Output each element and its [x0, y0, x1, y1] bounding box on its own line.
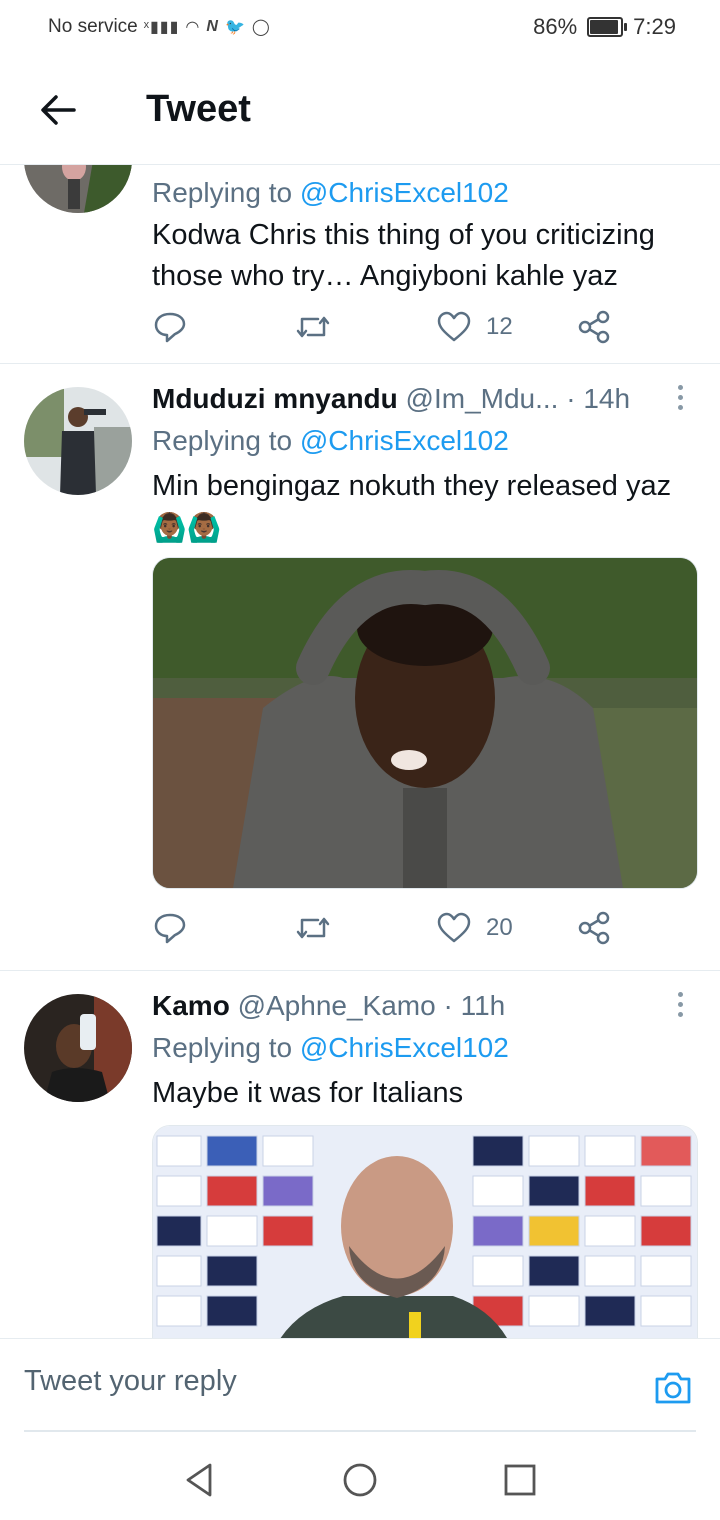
like-count: 12 [486, 313, 513, 340]
battery-percent: 86% [533, 14, 578, 39]
author-handle[interactable]: @Aphne_Kamo [238, 990, 436, 1021]
nav-home-button[interactable] [340, 1460, 380, 1500]
replying-to: Replying to @ChrisExcel102 [152, 425, 509, 457]
heart-icon [437, 912, 471, 943]
reply-feed[interactable]: Replying to @ChrisExcel102 Kodwa Chris t… [0, 165, 720, 1338]
tweet-meta: Kamo @Aphne_Kamo · 11h [152, 990, 505, 1022]
avatar[interactable] [24, 994, 132, 1102]
status-right: 86% 7:29 [533, 14, 676, 40]
retweet-icon [296, 316, 330, 338]
back-button[interactable] [34, 86, 82, 134]
replying-to: Replying to @ChrisExcel102 [152, 177, 509, 209]
status-bar: No service ˣ▮▮▮ ◠ N 🐦 ◯ 86% 7:29 [0, 0, 720, 56]
reply-input[interactable]: Tweet your reply [24, 1365, 237, 1398]
top-app-bar: Tweet [0, 56, 720, 165]
share-icon [578, 310, 610, 344]
author-name[interactable]: Kamo [152, 990, 230, 1021]
nav-back-button[interactable] [180, 1460, 220, 1500]
carrier-label: No service [48, 16, 138, 37]
more-options-icon[interactable] [674, 385, 686, 415]
twitter-icon: 🐦 [224, 19, 246, 36]
nav-recents-button[interactable] [500, 1460, 540, 1500]
triangle-back-icon [186, 1463, 212, 1497]
reply-icon [154, 913, 186, 944]
tweet-image[interactable] [152, 557, 698, 889]
author-handle[interactable]: @Im_Mdu... [406, 383, 559, 414]
tweet-meta: Mduduzi mnyandu @Im_Mdu... · 14h [152, 383, 630, 415]
reply-compose-bar: Tweet your reply [0, 1338, 720, 1433]
retweet-button[interactable] [294, 908, 332, 948]
whatsapp-icon: ◯ [251, 19, 271, 36]
battery-icon [587, 17, 628, 37]
page-title: Tweet [146, 88, 251, 130]
share-button[interactable] [576, 307, 612, 347]
retweet-icon [296, 917, 330, 939]
mention-link[interactable]: @ChrisExcel102 [300, 425, 509, 456]
tweet-3[interactable]: Kamo @Aphne_Kamo · 11h Replying to @Chri… [0, 970, 720, 1338]
arrow-left-icon [41, 95, 76, 125]
avatar[interactable] [24, 165, 132, 213]
circle-home-icon [343, 1463, 377, 1497]
tweet-emoji: 🙆🏾‍♂️🙆🏾‍♂️ [152, 512, 222, 543]
share-button[interactable] [576, 908, 612, 948]
replying-prefix: Replying to [152, 177, 293, 208]
replying-prefix: Replying to [152, 1032, 293, 1063]
tweet-text-line: Min bengingaz nokuth they released yaz [152, 470, 672, 502]
tweet-2[interactable]: Mduduzi mnyandu @Im_Mdu... · 14h Replyin… [0, 363, 720, 971]
replying-to: Replying to @ChrisExcel102 [152, 1032, 509, 1064]
netflix-icon: N [206, 18, 219, 35]
clock: 7:29 [633, 14, 676, 39]
replying-prefix: Replying to [152, 425, 293, 456]
tweet-text: Maybe it was for Italians [152, 1077, 464, 1109]
reply-icon [154, 312, 186, 343]
tweet-text: Min bengingaz nokuth they released yaz 🙆… [152, 466, 697, 548]
wifi-icon: ◠ [185, 19, 201, 36]
like-count: 20 [486, 914, 513, 941]
tweet-1[interactable]: Replying to @ChrisExcel102 Kodwa Chris t… [0, 165, 720, 364]
tweet-text: Kodwa Chris this thing of you criticizin… [152, 219, 655, 292]
camera-icon [655, 1372, 691, 1404]
tweet-image[interactable] [152, 1125, 698, 1338]
share-icon [578, 911, 610, 945]
avatar[interactable] [24, 387, 132, 495]
signal-icon: ˣ▮▮▮ [143, 19, 180, 36]
square-recents-icon [504, 1464, 536, 1496]
mention-link[interactable]: @ChrisExcel102 [300, 1032, 509, 1063]
reply-button[interactable] [152, 908, 188, 948]
tweet-time: · 14h [566, 383, 631, 414]
status-left: No service ˣ▮▮▮ ◠ N 🐦 ◯ [48, 16, 271, 38]
retweet-button[interactable] [294, 307, 332, 347]
reply-button[interactable] [152, 307, 188, 347]
tweet-actions: 12 [152, 307, 697, 347]
more-options-icon[interactable] [674, 992, 686, 1022]
author-name[interactable]: Mduduzi mnyandu [152, 383, 398, 414]
like-button[interactable]: 12 [436, 307, 513, 347]
camera-button[interactable] [652, 1367, 694, 1409]
like-button[interactable]: 20 [436, 908, 513, 948]
tweet-actions: 20 [152, 908, 697, 948]
battery-fill [590, 20, 618, 34]
tweet-time: · 11h [443, 990, 506, 1021]
mention-link[interactable]: @ChrisExcel102 [300, 177, 509, 208]
heart-icon [437, 311, 471, 342]
system-navigation-bar [0, 1432, 720, 1520]
